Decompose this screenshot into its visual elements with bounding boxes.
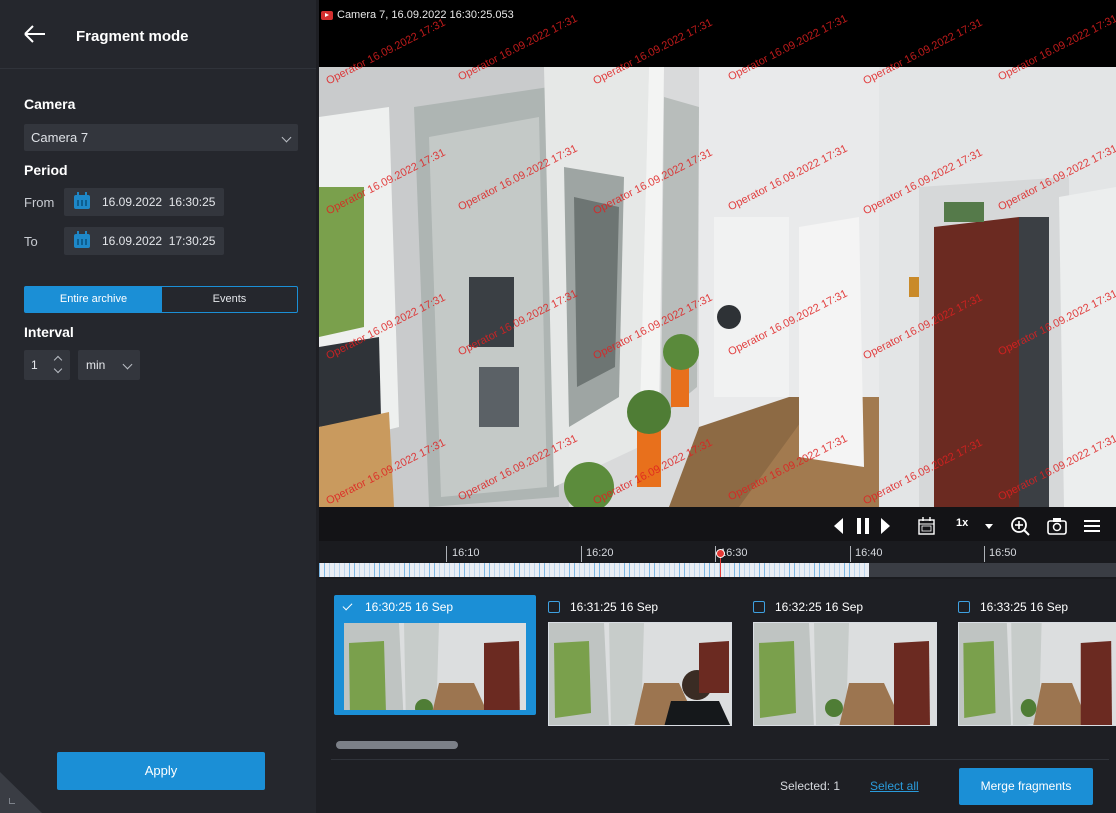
calendar-icon[interactable] bbox=[917, 515, 937, 537]
playhead-line bbox=[720, 557, 721, 577]
archive-timeline[interactable]: 16:10 16:20 16:30 16:40 16:50 bbox=[319, 541, 1116, 579]
apply-button[interactable]: Apply bbox=[57, 752, 265, 790]
fragment-thumbnail bbox=[343, 622, 527, 711]
period-label: Period bbox=[24, 162, 68, 178]
video-viewport[interactable]: Camera 7, 16.09.2022 16:30:25.053 Operat… bbox=[319, 0, 1116, 555]
selected-count: Selected: 1 bbox=[780, 779, 841, 793]
timeline-tick bbox=[581, 546, 582, 562]
to-date: 16.09.2022 bbox=[102, 234, 163, 248]
fragments-area: 16:30:25 16 Sep 16:31:25 16 Sep 16:32:25… bbox=[319, 579, 1116, 813]
fragment-time: 16:33:25 16 Sep bbox=[980, 600, 1069, 614]
camera-label: Camera bbox=[24, 96, 76, 112]
step-forward-icon[interactable] bbox=[879, 515, 893, 537]
record-icon bbox=[321, 11, 333, 20]
fragment-panel: Fragment mode Camera Camera 7 Period Fro… bbox=[0, 0, 316, 813]
interval-value: 1 bbox=[31, 358, 38, 372]
timeline-tick bbox=[850, 546, 851, 562]
from-time: 16:30:25 bbox=[168, 195, 216, 209]
interval-unit-select[interactable]: min bbox=[78, 350, 140, 380]
select-all-link[interactable]: Select all bbox=[870, 779, 919, 793]
mode-toggle: Entire archive Events bbox=[24, 286, 298, 313]
fragment-time: 16:31:25 16 Sep bbox=[570, 600, 659, 614]
chevron-down-icon bbox=[122, 359, 133, 370]
timeline-tick bbox=[984, 546, 985, 562]
timeline-label: 16:20 bbox=[586, 547, 614, 559]
speed-value[interactable]: 1x bbox=[956, 517, 968, 539]
from-date: 16.09.2022 bbox=[102, 195, 163, 209]
from-date-picker[interactable]: 16.09.2022 16:30:25 bbox=[64, 188, 224, 216]
camera-select[interactable]: Camera 7 bbox=[24, 124, 298, 151]
tab-entire-archive[interactable]: Entire archive bbox=[25, 287, 162, 312]
pause-icon[interactable] bbox=[855, 515, 871, 537]
timeline-label: 16:40 bbox=[855, 547, 883, 559]
from-label: From bbox=[24, 195, 55, 210]
fragment-time: 16:30:25 16 Sep bbox=[365, 600, 454, 614]
speed-dropdown-icon[interactable] bbox=[983, 515, 995, 537]
fragment-time: 16:32:25 16 Sep bbox=[775, 600, 864, 614]
horizontal-scrollbar[interactable] bbox=[336, 741, 458, 749]
panel-header: Fragment mode bbox=[0, 0, 316, 69]
fragment-checkbox[interactable] bbox=[753, 601, 765, 613]
video-title: Camera 7, 16.09.2022 16:30:25.053 bbox=[337, 9, 514, 21]
fragment-card[interactable]: 16:33:25 16 Sep bbox=[949, 595, 1116, 726]
camera-snapshot-icon[interactable] bbox=[1046, 515, 1068, 537]
playhead-marker[interactable] bbox=[716, 549, 725, 558]
fragment-checkbox[interactable] bbox=[958, 601, 970, 613]
fragment-checkbox[interactable] bbox=[343, 601, 355, 613]
fragment-thumbnail bbox=[548, 622, 732, 726]
fragment-card[interactable]: 16:31:25 16 Sep bbox=[539, 595, 741, 726]
interval-unit-value: min bbox=[86, 358, 106, 372]
timeline-label: 16:50 bbox=[989, 547, 1017, 559]
fragment-thumbnail bbox=[753, 622, 937, 726]
decrement-icon[interactable] bbox=[52, 365, 64, 377]
arrow-left-icon[interactable] bbox=[22, 22, 48, 46]
interval-stepper[interactable]: 1 bbox=[24, 350, 70, 380]
to-time: 17:30:25 bbox=[168, 234, 216, 248]
timeline-tick bbox=[446, 546, 447, 562]
fragment-card[interactable]: 16:30:25 16 Sep bbox=[334, 595, 536, 715]
resize-handle-icon[interactable] bbox=[9, 798, 15, 804]
menu-icon[interactable] bbox=[1082, 515, 1102, 537]
interval-label: Interval bbox=[24, 324, 74, 340]
zoom-in-icon[interactable] bbox=[1009, 515, 1031, 537]
to-date-picker[interactable]: 16.09.2022 17:30:25 bbox=[64, 227, 224, 255]
archive-track-empty bbox=[869, 563, 1116, 577]
panel-title: Fragment mode bbox=[76, 28, 189, 45]
merge-fragments-button[interactable]: Merge fragments bbox=[959, 768, 1093, 805]
increment-icon[interactable] bbox=[52, 353, 64, 365]
tab-events[interactable]: Events bbox=[162, 287, 297, 312]
timeline-label: 16:10 bbox=[452, 547, 480, 559]
camera-select-value: Camera 7 bbox=[31, 130, 89, 145]
fragment-card[interactable]: 16:32:25 16 Sep bbox=[744, 595, 946, 726]
fragment-checkbox[interactable] bbox=[548, 601, 560, 613]
calendar-icon bbox=[74, 231, 90, 248]
archive-track[interactable] bbox=[319, 563, 869, 577]
chevron-down-icon bbox=[281, 132, 292, 143]
step-back-icon[interactable] bbox=[831, 515, 845, 537]
resize-corner bbox=[0, 772, 42, 813]
to-label: To bbox=[24, 234, 38, 249]
calendar-icon bbox=[74, 192, 90, 209]
divider bbox=[331, 759, 1109, 760]
fragment-thumbnail bbox=[958, 622, 1116, 726]
